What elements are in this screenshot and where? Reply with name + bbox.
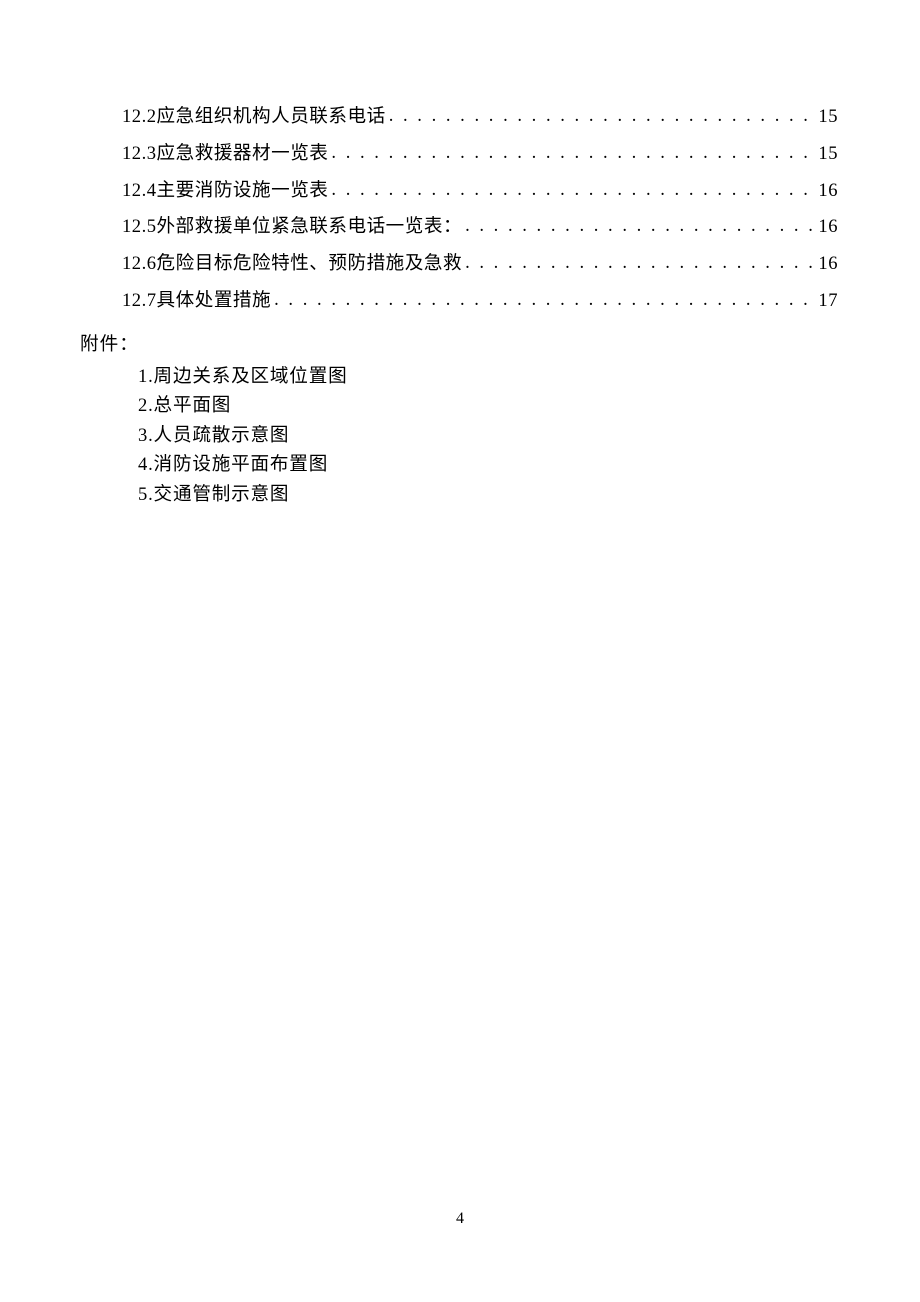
toc-number: 12.6 (122, 255, 157, 274)
toc-entry: 12.7 具体处置措施 . . . . . . . . . . . . . . … (122, 292, 838, 311)
toc-page: 16 (818, 182, 838, 201)
toc-dots: . . . . . . . . . . . . . . . . . . . . … (331, 144, 815, 163)
toc-page: 17 (818, 292, 838, 311)
toc-number: 12.3 (122, 145, 157, 164)
toc-dots: . . . . . . . . . . . . . . . . . . . . … (465, 217, 815, 236)
toc-title: 危险目标危险特性、预防措施及急救 (157, 255, 463, 274)
toc-title: 应急救援器材一览表 (157, 145, 329, 164)
attachment-header: 附件： (80, 329, 838, 356)
toc-number: 12.4 (122, 182, 157, 201)
toc-number: 12.5 (122, 218, 157, 237)
toc-number: 12.2 (122, 108, 157, 127)
toc-dots: . . . . . . . . . . . . . . . . . . . . … (465, 254, 815, 273)
toc-entry: 12.4 主要消防设施一览表 . . . . . . . . . . . . .… (122, 182, 838, 201)
toc-title: 外部救援单位紧急联系电话一览表： (157, 218, 463, 237)
toc-title: 应急组织机构人员联系电话 (157, 108, 386, 127)
toc-page: 16 (818, 255, 838, 274)
attachment-item: 1.周边关系及区域位置图 (138, 368, 838, 387)
toc-page: 15 (818, 145, 838, 164)
toc-dots: . . . . . . . . . . . . . . . . . . . . … (331, 181, 815, 200)
document-content: 12.2 应急组织机构人员联系电话 . . . . . . . . . . . … (0, 0, 920, 505)
toc-entry: 12.3 应急救援器材一览表 . . . . . . . . . . . . .… (122, 145, 838, 164)
toc-entry: 12.6 危险目标危险特性、预防措施及急救 . . . . . . . . . … (122, 255, 838, 274)
attachment-list: 1.周边关系及区域位置图 2.总平面图 3.人员疏散示意图 4.消防设施平面布置… (122, 368, 838, 505)
toc-title: 具体处置措施 (157, 292, 272, 311)
toc-entry: 12.2 应急组织机构人员联系电话 . . . . . . . . . . . … (122, 108, 838, 127)
attachment-item: 3.人员疏散示意图 (138, 427, 838, 446)
toc-title: 主要消防设施一览表 (157, 182, 329, 201)
toc-page: 15 (818, 108, 838, 127)
toc-entry: 12.5 外部救援单位紧急联系电话一览表： . . . . . . . . . … (122, 218, 838, 237)
page-number: 4 (0, 1210, 920, 1228)
attachment-item: 5.交通管制示意图 (138, 486, 838, 505)
toc-page: 16 (818, 218, 838, 237)
attachment-item: 4.消防设施平面布置图 (138, 456, 838, 475)
toc-number: 12.7 (122, 292, 157, 311)
attachment-item: 2.总平面图 (138, 397, 838, 416)
toc-dots: . . . . . . . . . . . . . . . . . . . . … (274, 291, 815, 310)
toc-dots: . . . . . . . . . . . . . . . . . . . . … (389, 107, 816, 126)
